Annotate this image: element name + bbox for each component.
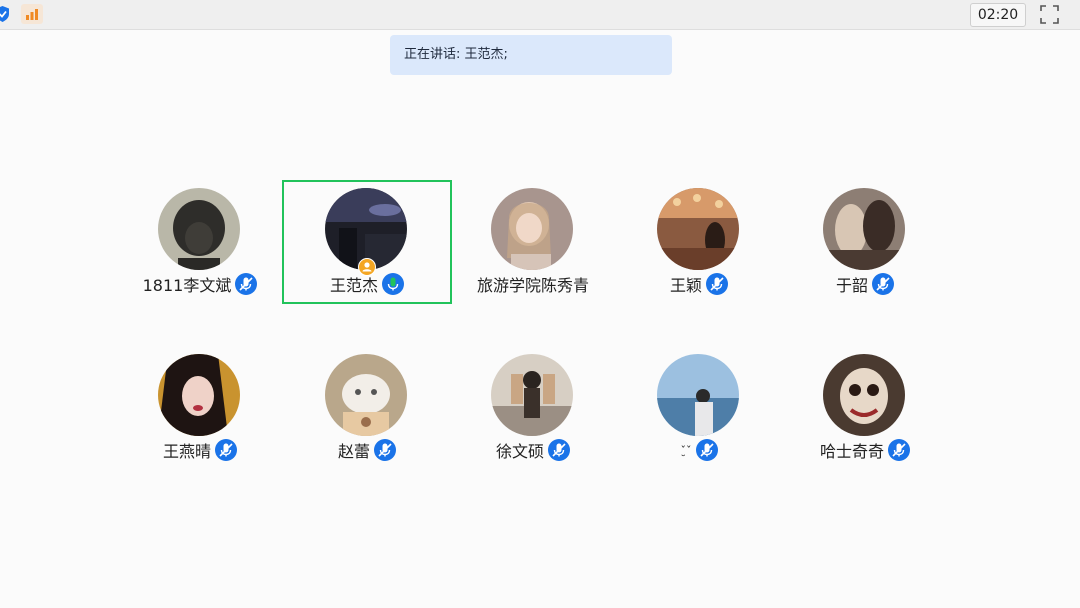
participant-name-row: ˇ̮ˇ	[614, 438, 784, 462]
avatar	[657, 188, 739, 270]
participant-name: 王燕晴	[162, 442, 211, 461]
avatar	[823, 354, 905, 436]
avatar	[158, 354, 240, 436]
mic-muted-icon[interactable]	[374, 439, 396, 461]
fullscreen-icon[interactable]	[1040, 5, 1059, 24]
participant-name-row: 哈士奇奇	[780, 438, 950, 462]
mic-muted-icon[interactable]	[548, 439, 570, 461]
avatar	[491, 188, 573, 270]
participant-tile[interactable]: 王颖	[614, 180, 784, 304]
avatar	[158, 188, 240, 270]
participant-name: 赵蕾	[337, 442, 370, 461]
participant-tile[interactable]: 赵蕾	[282, 346, 452, 470]
participant-name: 王范杰	[329, 276, 378, 295]
participant-tile[interactable]: 旅游学院陈秀青	[448, 180, 618, 304]
avatar	[823, 188, 905, 270]
participant-tile[interactable]: 于韶	[780, 180, 950, 304]
mic-muted-icon[interactable]	[695, 439, 718, 461]
avatar	[325, 354, 407, 436]
participant-name-row: 徐文硕	[448, 438, 618, 462]
participant-tile[interactable]: ˇ̮ˇ	[614, 346, 784, 470]
avatar	[657, 354, 739, 436]
participant-name: 王颖	[669, 276, 702, 295]
participant-name-row: 王燕晴	[115, 438, 285, 462]
participant-name: 1811李文斌	[142, 276, 232, 295]
shield-icon[interactable]	[0, 6, 9, 22]
mic-speaking-icon[interactable]	[382, 273, 404, 295]
participant-name-row: 赵蕾	[282, 438, 452, 462]
speaking-banner: 正在讲话: 王范杰;	[390, 35, 672, 75]
mic-muted-icon[interactable]	[215, 439, 237, 461]
avatar	[491, 354, 573, 436]
participant-name-row: 旅游学院陈秀青	[448, 272, 618, 296]
participant-name-row: 王颖	[614, 272, 784, 296]
mic-muted-icon[interactable]	[872, 273, 894, 295]
participant-name: 于韶	[835, 276, 868, 295]
participant-name: 徐文硕	[495, 442, 544, 461]
top-toolbar: 02:20	[0, 0, 1080, 30]
mic-muted-icon[interactable]	[706, 273, 728, 295]
participant-name-row: 1811李文斌	[115, 272, 285, 296]
participant-tile[interactable]: 徐文硕	[448, 346, 618, 470]
mic-muted-icon[interactable]	[888, 439, 910, 461]
call-timer: 02:20	[970, 3, 1026, 27]
participant-tile[interactable]: 哈士奇奇	[780, 346, 950, 470]
participant-name-row: 王范杰	[282, 272, 452, 296]
participant-tile[interactable]: 1811李文斌	[115, 180, 285, 304]
mic-muted-icon[interactable]	[235, 273, 258, 295]
participant-tile-active[interactable]: 王范杰	[282, 180, 452, 304]
participant-name-row: 于韶	[780, 272, 950, 296]
participant-tile[interactable]: 王燕晴	[115, 346, 285, 470]
participant-name: 旅游学院陈秀青	[476, 276, 589, 295]
signal-bars-icon[interactable]	[21, 4, 43, 24]
participant-name: 哈士奇奇	[819, 442, 884, 461]
participant-name: ˇ̮ˇ	[680, 443, 692, 457]
